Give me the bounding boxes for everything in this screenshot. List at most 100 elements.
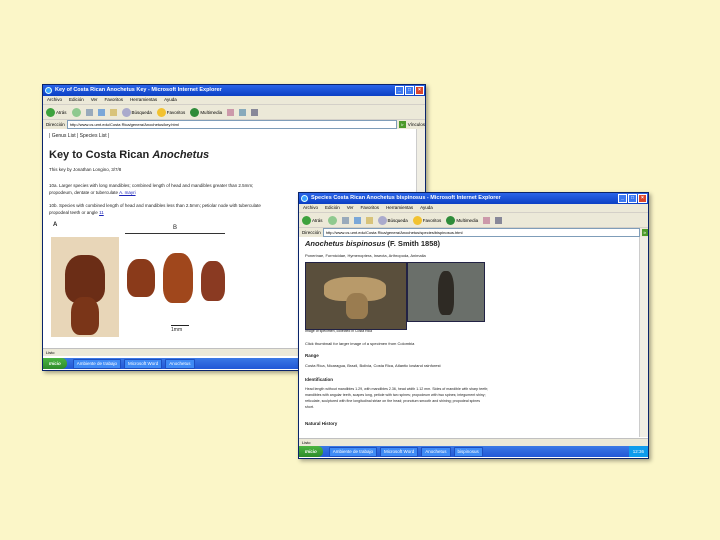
history-icon[interactable] [483, 216, 491, 224]
forward-button[interactable] [71, 107, 81, 117]
menu-edit[interactable]: Edición [69, 96, 84, 104]
link-couplet-11[interactable]: 11 [99, 210, 104, 215]
go-button[interactable]: Ir [399, 121, 406, 128]
page-title: Key to Costa Rican Anochetus [49, 149, 210, 161]
close-button[interactable]: × [638, 194, 647, 203]
print-icon[interactable] [495, 216, 503, 224]
menu-file[interactable]: Archivo [47, 96, 62, 104]
couplet-10b: 10b. Species with combined length of hea… [49, 203, 261, 208]
go-button[interactable]: Ir [641, 229, 648, 236]
taskbar-item-word[interactable]: Microsoft Word [380, 446, 419, 457]
favorites-button[interactable]: Favoritos [156, 107, 185, 117]
back-arrow-icon [302, 215, 311, 225]
menu-favorites[interactable]: Favoritos [105, 96, 124, 104]
stop-icon[interactable] [85, 108, 93, 116]
figure-label-a: A [53, 222, 58, 228]
identification-text-4: short. [305, 405, 314, 409]
system-tray-clock: 12:36 [628, 446, 648, 457]
star-icon [412, 215, 422, 225]
range-text: Costa Rica, Nicaragua, Brazil, Bolivia, … [305, 363, 441, 368]
taskbar-item-word[interactable]: Microsoft Word [124, 358, 163, 369]
photo-caption: Image of specimen, collected in Costa Ri… [305, 329, 373, 333]
link-mayri[interactable]: A. mayri [119, 190, 136, 195]
start-button[interactable]: Inicio [43, 358, 67, 369]
media-icon [446, 215, 456, 225]
multimedia-button[interactable]: Multimedia [190, 107, 222, 117]
refresh-icon[interactable] [353, 216, 361, 224]
identification-heading: Identification [305, 377, 333, 382]
favorites-button[interactable]: Favoritos [412, 215, 441, 225]
refresh-icon[interactable] [97, 108, 105, 116]
ant-head-photo-b2 [161, 251, 195, 307]
species-title: Anochetus bispinosus (F. Smith 1858) [305, 239, 441, 248]
minimize-button[interactable]: _ [395, 86, 404, 95]
identification-text-1: Head length without mandibles 1.29, with… [305, 387, 489, 391]
menu-help[interactable]: Ayuda [164, 96, 177, 104]
menu-favorites[interactable]: Favoritos [361, 204, 380, 212]
identification-text-2: mandibles with angular teeth, scapes lon… [305, 393, 486, 397]
taskbar-item-anochetus[interactable]: Anochetus [421, 446, 451, 457]
home-icon[interactable] [365, 216, 373, 224]
figure-label-b: B [173, 225, 178, 231]
range-heading: Range [305, 353, 319, 358]
back-button[interactable]: Atrás [46, 107, 67, 117]
address-input[interactable]: http://www.cs.umt.edu/Costa Rica/genera/… [322, 228, 640, 237]
taskbar-item-desktop[interactable]: Ambiente de trabajo [72, 358, 122, 369]
couplet-10a-line2: propodeum, dentate or tuberculate A. may… [49, 190, 136, 195]
menu-tools[interactable]: Herramientas [386, 204, 413, 212]
taskbar: Inicio Ambiente de trabajo Microsoft Wor… [299, 446, 648, 457]
menu-view[interactable]: Ver [347, 204, 354, 212]
taxonomy-line: Ponerinae, Formicidae, Hymenoptera, Inse… [305, 253, 426, 258]
stop-icon[interactable] [341, 216, 349, 224]
history-icon[interactable] [227, 108, 235, 116]
author-line: This key by Jonathan Longino, 3/7/8 [49, 167, 122, 172]
ant-head-photo-b1 [125, 257, 157, 301]
window-titlebar[interactable]: Species Costa Rican Anochetus bispinosus… [299, 193, 648, 204]
multimedia-button[interactable]: Multimedia [446, 215, 478, 225]
page-content: Anochetus bispinosus (F. Smith 1858) Pon… [299, 237, 640, 437]
mail-icon[interactable] [239, 108, 247, 116]
status-bar: Listo [299, 438, 648, 446]
minimize-button[interactable]: _ [618, 194, 627, 203]
menu-file[interactable]: Archivo [303, 204, 318, 212]
natural-history-heading: Natural History [305, 421, 338, 426]
forward-arrow-icon [327, 215, 337, 225]
address-input[interactable]: http://www.cs.umt.edu/Costa Rica/genera/… [66, 120, 398, 129]
menu-bar: Archivo Edición Ver Favoritos Herramient… [299, 204, 648, 213]
home-icon[interactable] [109, 108, 117, 116]
taskbar-item-anochetus[interactable]: Anochetus [165, 358, 195, 369]
search-icon [377, 215, 387, 225]
nav-links[interactable]: | Genus List | Species List | [49, 133, 109, 139]
taskbar-item-desktop[interactable]: Ambiente de trabajo [328, 446, 378, 457]
specimen-photo-dorsal[interactable] [407, 262, 485, 322]
specimen-photo-lateral[interactable] [305, 262, 407, 330]
back-button[interactable]: Atrás [302, 215, 323, 225]
couplet-10b-line2: propodeal teeth or angle 11 [49, 210, 104, 215]
couplet-10a: 10a. Larger species with long mandibles;… [49, 183, 254, 188]
ie-icon [301, 195, 308, 202]
browser-window-species[interactable]: Species Costa Rican Anochetus bispinosus… [298, 192, 649, 459]
print-icon[interactable] [251, 108, 259, 116]
figure-b-bracket [125, 233, 225, 234]
window-titlebar[interactable]: Key of Costa Rican Anochetus Key - Micro… [43, 85, 425, 96]
search-button[interactable]: Búsqueda [377, 215, 408, 225]
maximize-button[interactable]: □ [405, 86, 414, 95]
menu-help[interactable]: Ayuda [420, 204, 433, 212]
forward-button[interactable] [327, 215, 337, 225]
maximize-button[interactable]: □ [628, 194, 637, 203]
scale-bar [171, 325, 189, 326]
links-button[interactable]: Vínculos [408, 122, 425, 127]
forward-arrow-icon [71, 107, 81, 117]
vertical-scrollbar[interactable] [639, 237, 648, 437]
ant-head-photo-b3 [199, 259, 227, 305]
start-button[interactable]: Inicio [299, 446, 323, 457]
taskbar-item-bispinosus[interactable]: bispinosus [453, 446, 483, 457]
identification-text-3: reticulate, sculptured with fine longitu… [305, 399, 481, 403]
close-button[interactable]: × [415, 86, 424, 95]
search-button[interactable]: Búsqueda [121, 107, 152, 117]
menu-view[interactable]: Ver [91, 96, 98, 104]
menu-edit[interactable]: Edición [325, 204, 340, 212]
menu-tools[interactable]: Herramientas [130, 96, 157, 104]
search-icon [121, 107, 131, 117]
menu-bar: Archivo Edición Ver Favoritos Herramient… [43, 96, 425, 105]
